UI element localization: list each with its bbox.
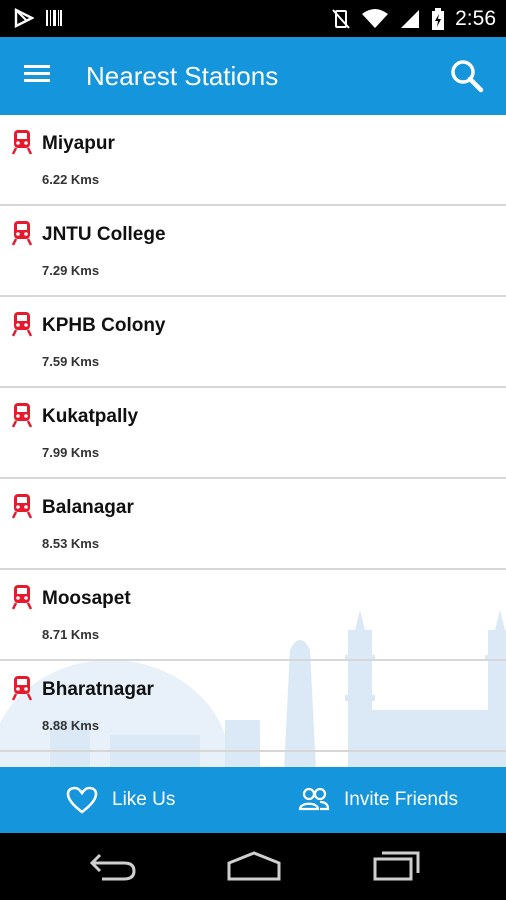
station-name: Kukatpally: [42, 406, 139, 427]
station-distance: 6.22 Kms: [42, 172, 100, 187]
station-list-item[interactable]: Miyapur 6.22 Kms: [0, 115, 506, 206]
station-list-item[interactable]: JNTU College 7.29 Kms: [0, 206, 506, 297]
station-name: JNTU College: [42, 224, 166, 245]
station-list[interactable]: Miyapur 6.22 Kms JNTU College 7.29 Kms KPHB …: [0, 115, 506, 767]
search-button[interactable]: [448, 57, 488, 97]
station-distance: 7.29 Kms: [42, 263, 100, 278]
station-distance: 7.99 Kms: [42, 445, 100, 460]
invite-friends-label: Invite Friends: [344, 789, 459, 810]
station-list-item[interactable]: Balanagar 8.53 Kms: [0, 479, 506, 570]
back-button[interactable]: [88, 849, 138, 886]
menu-button[interactable]: [22, 61, 58, 91]
station-name: KPHB Colony: [42, 315, 166, 336]
train-icon: [12, 676, 32, 701]
play-store-notification-icon: [14, 8, 34, 28]
station-list-item[interactable]: KPHB Colony 7.59 Kms: [0, 297, 506, 388]
status-bar: 2:56: [0, 0, 506, 37]
like-us-label: Like Us: [112, 789, 176, 810]
home-icon: [227, 851, 281, 881]
vibrate-off-icon: [332, 9, 350, 29]
signal-icon: [401, 10, 420, 28]
train-icon: [12, 494, 32, 519]
station-name: Moosapet: [42, 588, 131, 609]
like-us-button[interactable]: Like Us: [66, 767, 175, 833]
station-name: Bharatnagar: [42, 679, 154, 700]
search-icon: [451, 60, 484, 93]
hamburger-menu-icon: [24, 65, 50, 82]
station-distance: 7.59 Kms: [42, 354, 100, 369]
train-icon: [12, 585, 32, 610]
bottom-action-bar: Like Us Invite Friends: [0, 767, 506, 833]
back-arrow-icon: [89, 853, 136, 881]
train-icon: [12, 312, 32, 337]
status-time: 2:56: [455, 7, 496, 30]
page-title: Nearest Stations: [86, 61, 279, 91]
train-icon: [12, 130, 32, 155]
station-distance: 8.88 Kms: [42, 718, 100, 733]
invite-friends-button[interactable]: Invite Friends: [298, 767, 458, 833]
people-icon: [298, 787, 330, 811]
system-navigation-bar: [0, 833, 506, 900]
station-list-item[interactable]: Bharatnagar 8.88 Kms: [0, 661, 506, 752]
heart-icon: [66, 786, 98, 814]
home-button[interactable]: [226, 849, 282, 886]
station-name: Miyapur: [42, 133, 115, 154]
wifi-icon: [362, 9, 389, 28]
train-icon: [12, 403, 32, 428]
recents-button[interactable]: [372, 849, 422, 886]
station-name: Balanagar: [42, 497, 134, 518]
train-icon: [12, 221, 32, 246]
recent-apps-icon: [373, 851, 420, 881]
barcode-notification-icon: [46, 10, 62, 26]
app-bar: Nearest Stations: [0, 37, 506, 115]
station-list-item[interactable]: Moosapet 8.71 Kms: [0, 570, 506, 661]
station-distance: 8.53 Kms: [42, 536, 100, 551]
battery-icon: [432, 8, 445, 30]
station-distance: 8.71 Kms: [42, 627, 100, 642]
station-list-item[interactable]: Kukatpally 7.99 Kms: [0, 388, 506, 479]
